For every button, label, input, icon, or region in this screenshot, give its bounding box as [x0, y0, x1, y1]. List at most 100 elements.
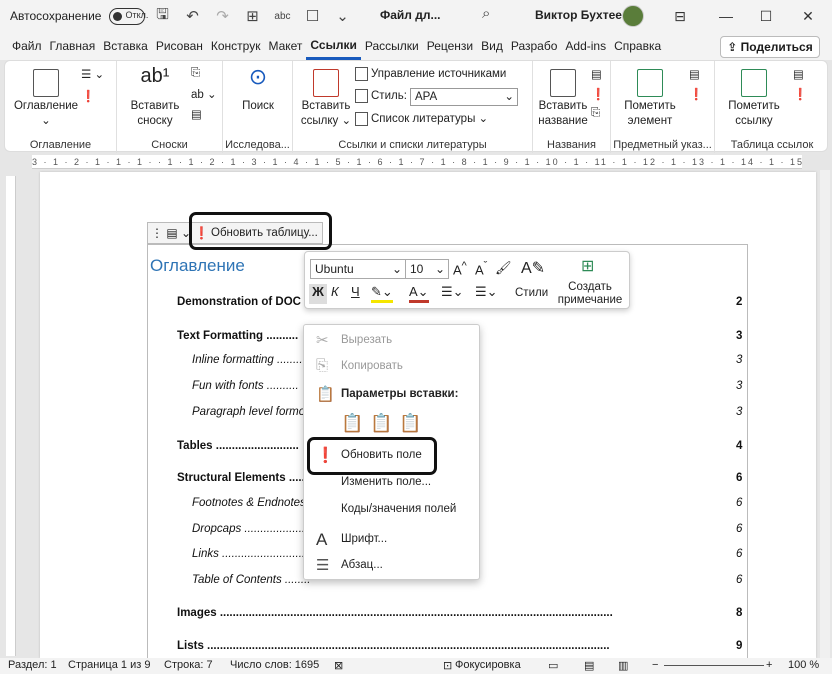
print-layout-icon[interactable]: ▤	[584, 659, 594, 672]
ribbon-display-icon[interactable]: ⊟	[666, 4, 694, 28]
document-title[interactable]: Файл дл...	[380, 8, 441, 22]
format-painter-icon[interactable]: 🖌	[495, 260, 512, 276]
update-index-icon[interactable]: ❗	[689, 87, 703, 101]
tab-file[interactable]: Файл	[8, 32, 46, 60]
insert-authorities-icon[interactable]: ▤	[793, 67, 804, 81]
customize-chevron-icon[interactable]: ⌄	[329, 3, 355, 29]
update-authorities-icon[interactable]: ❗	[793, 87, 807, 101]
zoom-level[interactable]: 100 %	[788, 659, 819, 671]
vertical-ruler[interactable]	[6, 176, 16, 656]
autosave-toggle[interactable]: Откл.	[109, 7, 148, 25]
status-line[interactable]: Строка: 7	[164, 659, 213, 671]
bibliography-button[interactable]: Список литературы ⌄	[355, 111, 488, 126]
styles-icon[interactable]: A✎	[521, 258, 545, 278]
mark-entry-icon	[637, 69, 663, 97]
table-icon[interactable]: ⊞	[239, 3, 265, 29]
manage-sources-button[interactable]: Управление источниками	[355, 67, 506, 81]
vertical-scrollbar[interactable]	[820, 170, 830, 658]
menu-item-toggle-codes[interactable]: Коды/значения полей	[304, 498, 481, 522]
tab-addins[interactable]: Add-ins	[561, 32, 610, 60]
spelling-icon[interactable]: abc	[269, 3, 295, 29]
mark-citation-button[interactable]: Пометить ссылку	[721, 69, 787, 129]
tab-view[interactable]: Вид	[477, 32, 507, 60]
tab-mailings[interactable]: Рассылки	[361, 32, 423, 60]
zoom-in-icon[interactable]: +	[766, 659, 772, 671]
numbering-icon[interactable]: ☰⌄	[475, 284, 498, 300]
focus-icon[interactable]: ⊡	[443, 659, 452, 672]
menu-item-cut[interactable]: ✂ Вырезать	[304, 329, 481, 353]
tab-layout[interactable]: Макет	[264, 32, 306, 60]
new-comment-icon[interactable]: ⊞	[581, 256, 594, 276]
italic-button[interactable]: К	[331, 284, 339, 299]
minimize-button[interactable]: —	[712, 4, 740, 28]
avatar[interactable]	[622, 5, 644, 27]
search-icon[interactable]: ⌕	[482, 5, 490, 22]
add-text-icon[interactable]: ☰ ⌄	[81, 67, 104, 81]
zoom-slider[interactable]	[664, 665, 764, 666]
tab-help[interactable]: Справка	[610, 32, 665, 60]
tab-insert[interactable]: Вставка	[99, 32, 152, 60]
field-handle-icon[interactable]: ⋮ ▤ ⌄	[151, 226, 191, 240]
cross-reference-icon[interactable]: ⎘	[591, 107, 600, 120]
bold-button[interactable]: Ж	[309, 284, 327, 304]
update-table-icon[interactable]: ❗	[81, 89, 95, 103]
check-icon[interactable]: ☐	[299, 3, 325, 29]
font-color-icon[interactable]: A⌄	[409, 284, 429, 303]
font-name-box[interactable]: Ubuntu ⌄	[310, 259, 406, 279]
tab-design[interactable]: Конструк	[207, 32, 265, 60]
update-figures-icon[interactable]: ❗	[591, 87, 605, 101]
tab-home[interactable]: Главная	[46, 32, 100, 60]
share-button[interactable]: ⇪ Поделиться	[720, 36, 820, 58]
tab-developer[interactable]: Разрабо	[507, 32, 562, 60]
user-name[interactable]: Виктор Бухтеев	[535, 8, 629, 22]
undo-icon[interactable]: ↶	[179, 3, 205, 29]
paste-text-only-icon[interactable]: 📋	[399, 413, 421, 434]
toc-button[interactable]: Оглавление ⌄	[11, 69, 81, 129]
shrink-font-icon[interactable]: Aˇ	[475, 260, 487, 277]
close-button[interactable]: ✕	[794, 4, 822, 28]
table-of-figures-icon[interactable]: ▤	[591, 67, 602, 81]
tab-draw[interactable]: Рисован	[152, 32, 207, 60]
focus-button[interactable]: Фокусировка	[455, 659, 521, 671]
tab-review[interactable]: Рецензи	[423, 32, 477, 60]
search-button[interactable]: ⊙ Поиск	[229, 66, 287, 114]
status-section[interactable]: Раздел: 1	[8, 659, 57, 671]
show-notes-icon[interactable]: ▤	[191, 107, 202, 121]
citation-style-select[interactable]: APA ⌄	[410, 88, 518, 106]
insert-index-icon[interactable]: ▤	[689, 67, 700, 81]
next-footnote-icon[interactable]: ab ⌄	[191, 87, 217, 101]
tab-references[interactable]: Ссылки	[306, 32, 361, 60]
new-comment-button[interactable]: Создать примечание	[555, 281, 625, 307]
zoom-out-icon[interactable]: −	[652, 659, 658, 671]
proofing-icon[interactable]: ⊠	[334, 659, 343, 672]
status-page[interactable]: Страница 1 из 9	[68, 659, 150, 671]
group-label-footnotes: Сноски	[151, 139, 188, 151]
read-mode-icon[interactable]: ▭	[548, 659, 558, 672]
footnote-icon: ab¹	[140, 65, 170, 87]
maximize-button[interactable]: ☐	[752, 4, 780, 28]
horizontal-ruler[interactable]: 3 · 1 · 2 · 1 · 1 · 1 · · 1 · 1 · 2 · 1 …	[32, 155, 802, 169]
bullets-icon[interactable]: ☰⌄	[441, 284, 464, 300]
save-icon[interactable]: 🖫	[149, 3, 175, 29]
insert-citation-button[interactable]: Вставить ссылку ⌄	[297, 69, 355, 129]
paste-keep-formatting-icon[interactable]: 📋	[341, 413, 363, 434]
status-words[interactable]: Число слов: 1695	[230, 659, 319, 671]
redo-icon[interactable]: ↷	[209, 3, 235, 29]
grow-font-icon[interactable]: A^	[453, 260, 467, 277]
menu-item-font[interactable]: A Шрифт...	[304, 528, 481, 552]
menu-item-copy[interactable]: ⎘ Копировать	[304, 355, 481, 379]
insert-caption-button[interactable]: Вставить название	[537, 69, 589, 129]
endnote-icon[interactable]: ⎘	[191, 67, 200, 80]
group-label-authorities: Таблица ссылок	[730, 139, 814, 151]
mark-entry-button[interactable]: Пометить элемент	[617, 69, 683, 129]
font-size-box[interactable]: 10 ⌄	[405, 259, 449, 279]
highlight-icon[interactable]: ✎⌄	[371, 284, 393, 303]
paste-merge-formatting-icon[interactable]: 📋	[370, 413, 392, 434]
group-captions: Вставить название ▤ ❗ ⎘ Названия	[533, 61, 611, 153]
underline-button[interactable]: Ч	[351, 284, 360, 299]
styles-button[interactable]: Стили	[515, 287, 548, 300]
menu-item-paragraph[interactable]: ☰ Абзац...	[304, 554, 481, 578]
scissors-icon: ✂	[316, 332, 329, 349]
insert-footnote-button[interactable]: ab¹ Вставить сноску	[123, 65, 187, 129]
web-layout-icon[interactable]: ▥	[618, 659, 628, 672]
